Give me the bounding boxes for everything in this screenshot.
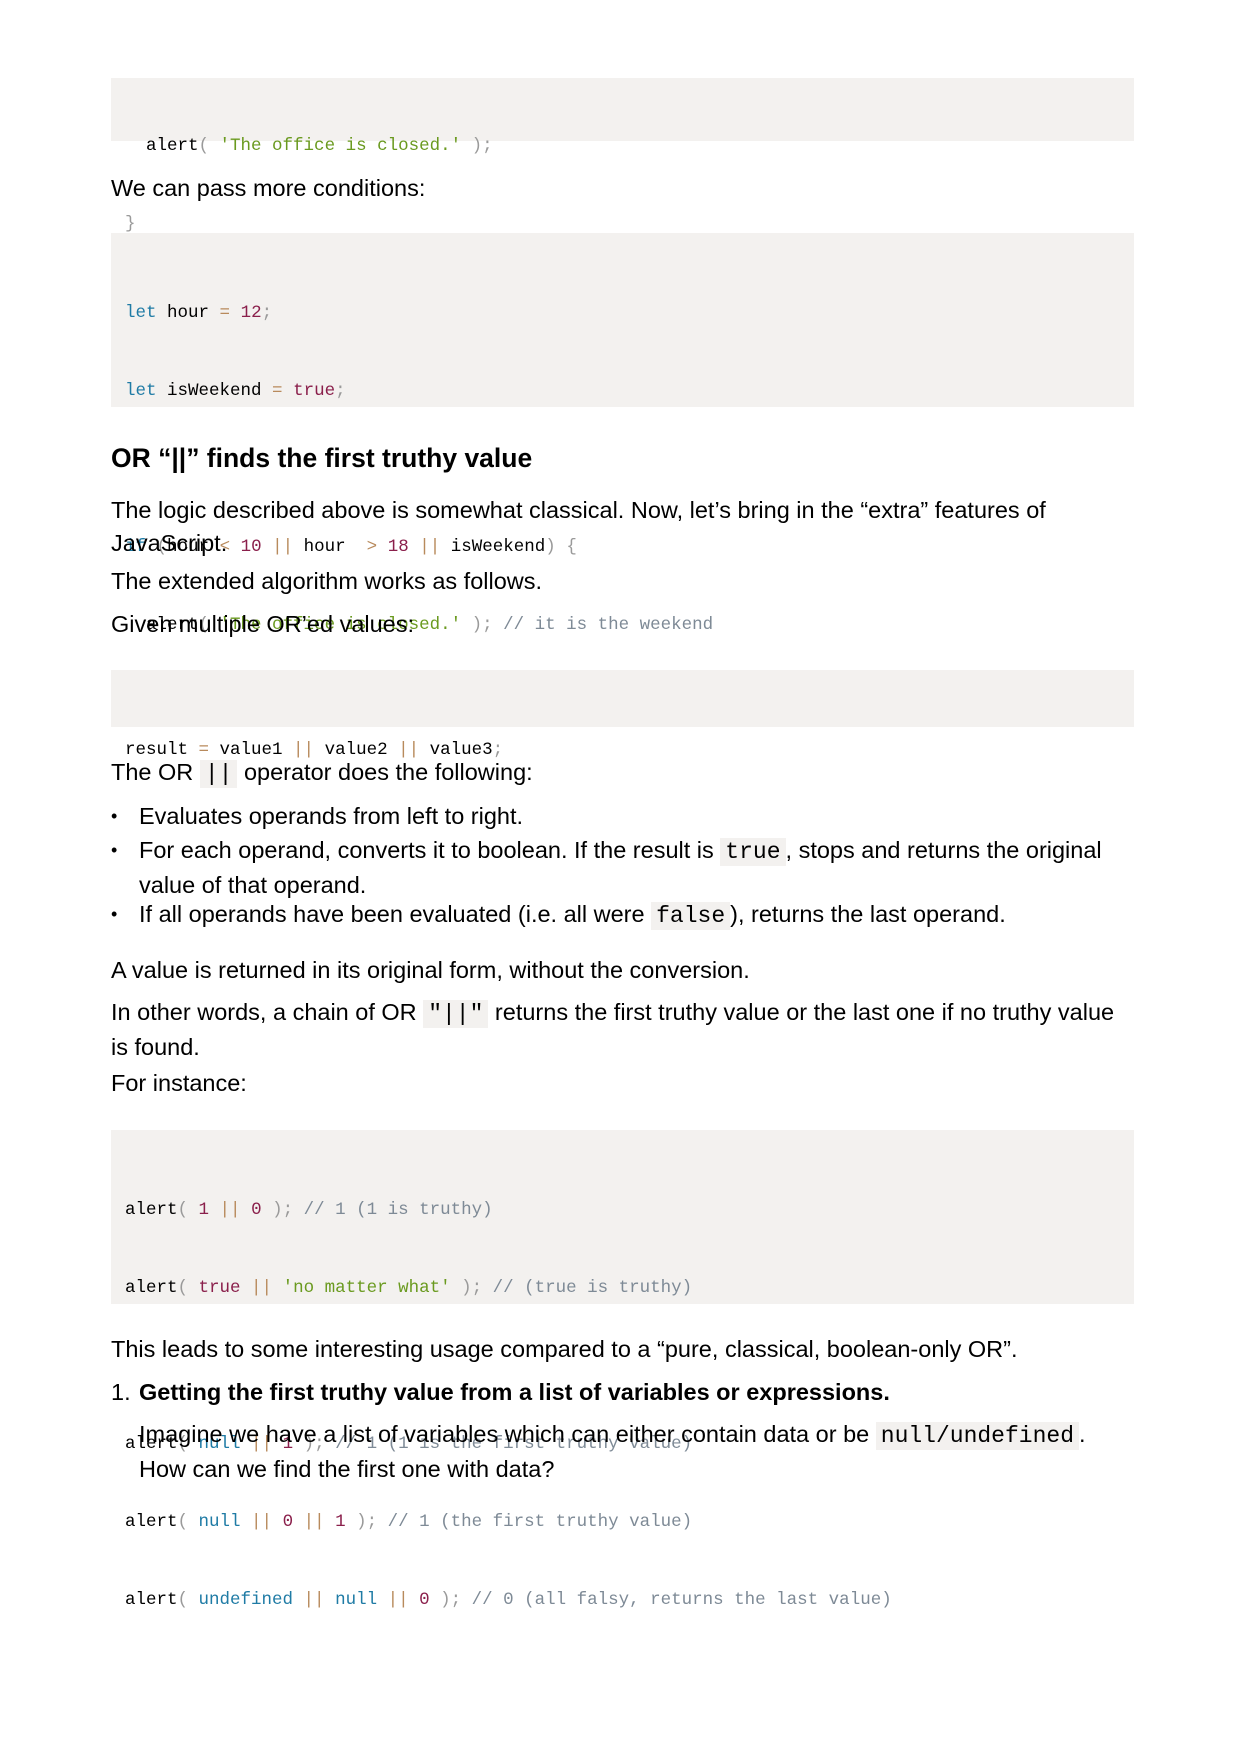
text: If all operands have been evaluated (i.e…: [139, 901, 652, 927]
section-heading: OR “||” finds the first truthy value: [111, 443, 533, 473]
text: , stops and returns the original: [785, 837, 1102, 863]
code-block-result: result = value1 || value2 || value3;: [111, 670, 1134, 760]
code-token: alert: [125, 1278, 178, 1298]
code-token: ||: [293, 1590, 336, 1610]
code-token: 'The office is closed.': [219, 136, 462, 156]
bullet-icon: •: [111, 840, 118, 860]
code-token: true: [198, 1278, 241, 1298]
code-token: null: [198, 1512, 241, 1532]
code-comment: // 1 (1 is truthy): [293, 1200, 493, 1220]
code-token: );: [345, 1512, 378, 1532]
code-token: (: [177, 1590, 199, 1610]
code-token: );: [429, 1590, 462, 1610]
paragraph: This leads to some interesting usage com…: [111, 1336, 1018, 1362]
code-comment: // 1 (the first truthy value): [377, 1512, 693, 1532]
inline-code: ||: [199, 760, 238, 788]
code-token: null: [335, 1590, 378, 1610]
code-block-examples: alert( 1 || 0 ); // 1 (1 is truthy) aler…: [111, 1130, 1134, 1610]
code-token: (: [198, 136, 220, 156]
code-token: }: [125, 214, 136, 234]
inline-code: false: [651, 902, 731, 930]
paragraph: We can pass more conditions:: [111, 175, 426, 201]
code-comment: // (true is truthy): [482, 1278, 693, 1298]
list-number: 1.: [111, 1379, 131, 1405]
text: .: [1079, 1421, 1086, 1447]
code-token: let: [125, 381, 157, 401]
bullet-icon: •: [111, 904, 118, 924]
code-token: 'no matter what': [282, 1278, 451, 1298]
paragraph: For instance:: [111, 1070, 247, 1096]
code-token: ||: [377, 1590, 420, 1610]
code-token: 0: [282, 1512, 294, 1532]
code-token: );: [461, 136, 493, 156]
text: value of that operand.: [139, 872, 367, 898]
inline-code: true: [720, 838, 786, 866]
code-token: );: [450, 1278, 483, 1298]
inline-code: "||": [423, 1000, 489, 1028]
text: ), returns the last operand.: [730, 901, 1006, 927]
code-token: let: [125, 303, 157, 323]
code-token: 0: [251, 1200, 262, 1220]
code-token: alert: [146, 136, 199, 156]
code-token: 1: [335, 1512, 346, 1532]
paragraph-line: JavaScript.: [111, 530, 228, 556]
paragraph: Given multiple OR’ed values:: [111, 611, 415, 637]
code-token: =: [272, 381, 283, 401]
code-line: let isWeekend = true;: [125, 378, 1120, 404]
code-block-conditions: let hour = 12; let isWeekend = true; if …: [111, 233, 1134, 713]
code-token: undefined: [198, 1590, 294, 1610]
code-token: ||: [293, 1512, 336, 1532]
code-token: (: [177, 1200, 199, 1220]
list-item-text: Imagine we have a list of variables whic…: [139, 1418, 1134, 1486]
code-token: );: [261, 1200, 294, 1220]
text: For each operand, converts it to boolean…: [139, 837, 721, 863]
text: is found.: [111, 1034, 200, 1060]
paragraph: In other words, a chain of OR "||" retur…: [111, 996, 1134, 1064]
code-line: alert( 1 || 0 ); // 1 (1 is truthy): [125, 1197, 1120, 1223]
list-item-text: For each operand, converts it to boolean…: [139, 834, 1134, 902]
code-token: alert: [125, 1590, 178, 1610]
code-line: alert( true || 'no matter what' ); // (t…: [125, 1275, 1120, 1301]
code-token: 12: [240, 303, 262, 323]
text: returns the first truthy value or the la…: [488, 999, 1115, 1025]
code-token: ||: [209, 1200, 252, 1220]
code-token: isWeekend: [156, 381, 273, 401]
code-token: 0: [419, 1590, 430, 1610]
list-item-title: Getting the first truthy value from a li…: [139, 1379, 890, 1405]
paragraph: The extended algorithm works as follows.: [111, 568, 543, 594]
text: The OR: [111, 759, 200, 785]
list-item-text: If all operands have been evaluated (i.e…: [139, 898, 1134, 933]
code-token: hour: [156, 303, 220, 323]
code-line: alert( 'The office is closed.' );: [125, 133, 1120, 159]
inline-code: null/undefined: [875, 1422, 1079, 1450]
paragraph: The OR || operator does the following:: [111, 756, 1134, 791]
code-token: 1: [198, 1200, 210, 1220]
code-token: (: [177, 1278, 199, 1298]
bullet-icon: •: [111, 806, 118, 826]
text: How can we find the first one with data?: [139, 1456, 555, 1482]
text: In other words, a chain of OR: [111, 999, 424, 1025]
paragraph: A value is returned in its original form…: [111, 957, 750, 983]
paragraph: The logic described above is somewhat cl…: [111, 494, 1134, 560]
code-line: alert( undefined || null || 0 ); // 0 (a…: [125, 1587, 1120, 1613]
code-line: let hour = 12;: [125, 300, 1120, 326]
code-token: ;: [335, 381, 346, 401]
code-token: true: [293, 381, 336, 401]
text: operator does the following:: [237, 759, 533, 785]
code-token: (: [177, 1512, 199, 1532]
code-line: alert( null || 0 || 1 ); // 1 (the first…: [125, 1509, 1120, 1535]
code-token: ||: [240, 1278, 283, 1298]
paragraph-line: The logic described above is somewhat cl…: [111, 497, 1046, 523]
code-token: ;: [261, 303, 273, 323]
text: Imagine we have a list of variables whic…: [139, 1421, 876, 1447]
code-comment: // 0 (all falsy, returns the last value): [461, 1590, 892, 1610]
list-item-text: Evaluates operands from left to right.: [139, 803, 524, 829]
code-token: =: [219, 303, 231, 323]
code-token: ||: [240, 1512, 283, 1532]
code-token: alert: [125, 1512, 178, 1532]
code-block-top: alert( 'The office is closed.' ); }: [111, 78, 1134, 234]
code-token: alert: [125, 1200, 178, 1220]
